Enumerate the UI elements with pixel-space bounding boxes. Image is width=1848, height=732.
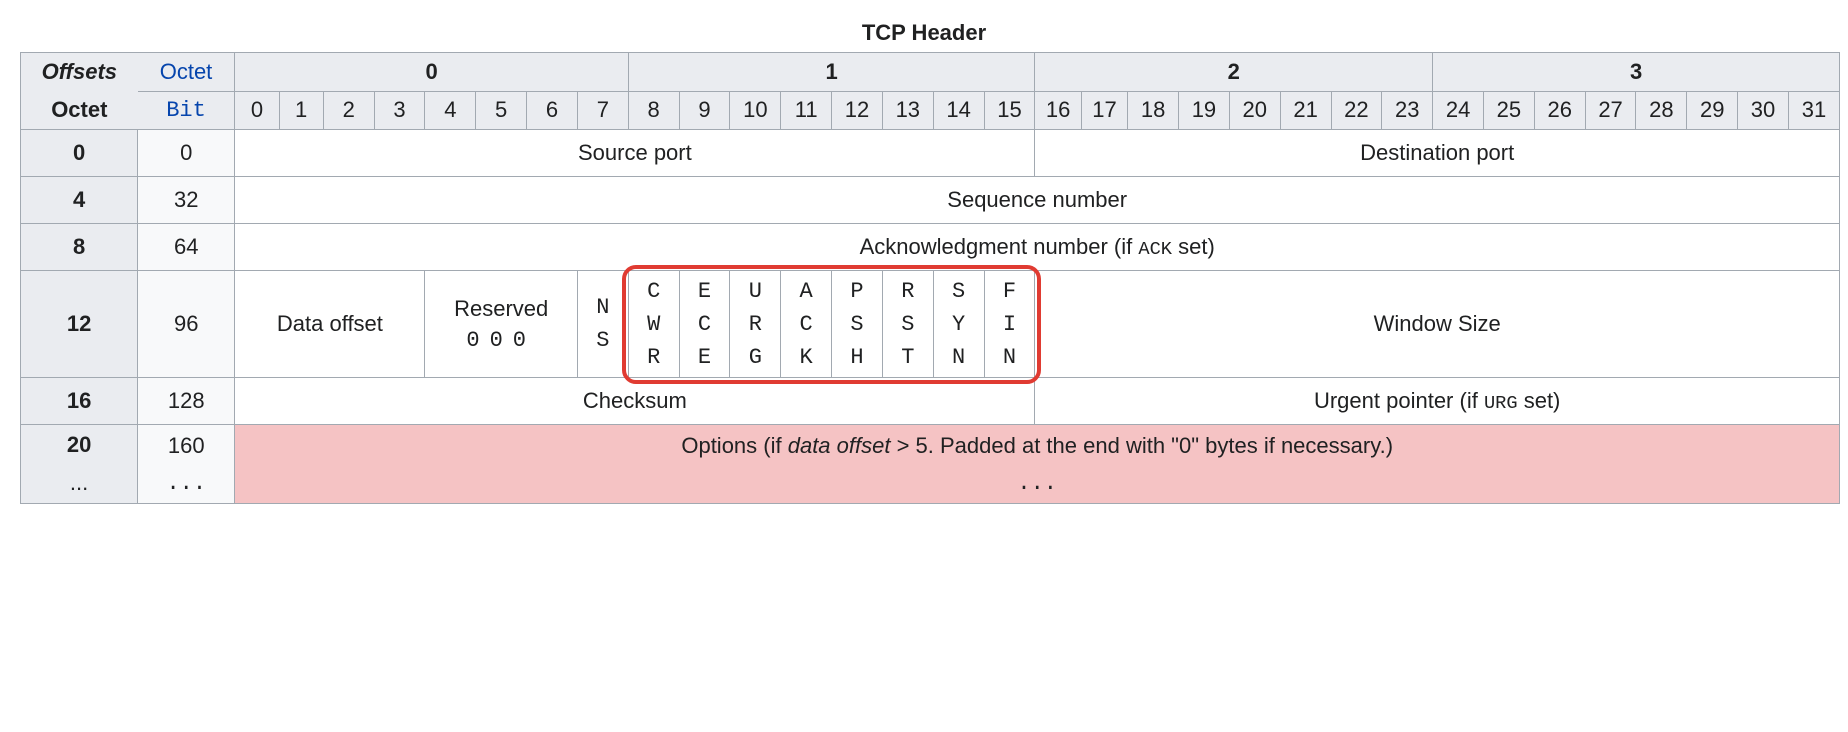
bit-23: 23 bbox=[1382, 91, 1433, 130]
bit-13: 13 bbox=[882, 91, 933, 130]
row-0-octet: 0 bbox=[21, 130, 138, 177]
row-8-bit: 64 bbox=[138, 224, 235, 271]
offsets-label: Offsets bbox=[21, 53, 138, 92]
bit-27: 27 bbox=[1585, 91, 1636, 130]
row-20-octet-dots: ... bbox=[22, 464, 136, 502]
bit-14: 14 bbox=[933, 91, 984, 130]
bit-24: 24 bbox=[1433, 91, 1484, 130]
bit-8: 8 bbox=[628, 91, 679, 130]
flag-ack: A C K bbox=[781, 271, 832, 378]
field-data-offset: Data offset bbox=[235, 271, 425, 378]
urg-mono: URG bbox=[1484, 392, 1518, 414]
flag-syn: S Y N bbox=[933, 271, 984, 378]
options-dots: ... bbox=[236, 465, 1838, 502]
field-sequence-number: Sequence number bbox=[235, 177, 1840, 224]
field-urgent-pointer: Urgent pointer (if URG set) bbox=[1035, 378, 1840, 425]
octet-row-label: Octet bbox=[21, 91, 138, 130]
bit-5: 5 bbox=[476, 91, 527, 130]
row-16: 16 128 Checksum Urgent pointer (if URG s… bbox=[21, 378, 1840, 425]
bit-26: 26 bbox=[1534, 91, 1585, 130]
row-20-bit-dots: ... bbox=[139, 465, 233, 502]
bit-22: 22 bbox=[1331, 91, 1382, 130]
row-4: 4 32 Sequence number bbox=[21, 177, 1840, 224]
bit-0: 0 bbox=[235, 91, 279, 130]
flag-ns: N S bbox=[577, 271, 628, 378]
bit-30: 30 bbox=[1738, 91, 1789, 130]
field-options: Options (if data offset > 5. Padded at t… bbox=[235, 425, 1840, 504]
row-20-bit: 160 ... bbox=[138, 425, 235, 504]
octet-group-1: 1 bbox=[628, 53, 1035, 92]
bit-9: 9 bbox=[679, 91, 730, 130]
flag-rst: R S T bbox=[882, 271, 933, 378]
bit-7: 7 bbox=[577, 91, 628, 130]
flag-psh: P S H bbox=[832, 271, 883, 378]
octet-link-cell[interactable]: Octet bbox=[138, 53, 235, 92]
diagram-title: TCP Header bbox=[20, 20, 1828, 46]
flag-urg: U R G bbox=[730, 271, 781, 378]
bit-15: 15 bbox=[984, 91, 1035, 130]
row-0-bit: 0 bbox=[138, 130, 235, 177]
row-0: 0 0 Source port Destination port bbox=[21, 130, 1840, 177]
bit-28: 28 bbox=[1636, 91, 1687, 130]
bit-10: 10 bbox=[730, 91, 781, 130]
octet-group-2: 2 bbox=[1035, 53, 1433, 92]
bit-4: 4 bbox=[425, 91, 476, 130]
table-wrapper: Offsets Octet 0 1 2 3 Octet Bit 0 1 2 3 … bbox=[20, 52, 1840, 504]
row-4-octet: 4 bbox=[21, 177, 138, 224]
row-4-bit: 32 bbox=[138, 177, 235, 224]
bit-17: 17 bbox=[1081, 91, 1127, 130]
options-b: data offset bbox=[788, 433, 891, 458]
bit-1: 1 bbox=[279, 91, 323, 130]
reserved-label: Reserved bbox=[426, 296, 575, 322]
field-checksum: Checksum bbox=[235, 378, 1035, 425]
bit-19: 19 bbox=[1179, 91, 1230, 130]
bit-20: 20 bbox=[1229, 91, 1280, 130]
row-16-bit: 128 bbox=[138, 378, 235, 425]
tcp-header-table: Offsets Octet 0 1 2 3 Octet Bit 0 1 2 3 … bbox=[20, 52, 1840, 504]
row-20-octet-val: 20 bbox=[22, 426, 136, 464]
flag-cwr: C W R bbox=[628, 271, 679, 378]
bit-16: 16 bbox=[1035, 91, 1081, 130]
row-12-octet: 12 bbox=[21, 271, 138, 378]
bit-link-cell[interactable]: Bit bbox=[138, 91, 235, 130]
ack-text-prefix: Acknowledgment number (if bbox=[860, 234, 1139, 259]
field-destination-port: Destination port bbox=[1035, 130, 1840, 177]
bit-21: 21 bbox=[1280, 91, 1331, 130]
options-c: > 5. Padded at the end with "0" bytes if… bbox=[890, 433, 1393, 458]
row-12-bit: 96 bbox=[138, 271, 235, 378]
options-a: Options (if bbox=[681, 433, 787, 458]
bit-12: 12 bbox=[832, 91, 883, 130]
urg-prefix: Urgent pointer (if bbox=[1314, 388, 1484, 413]
bit-25: 25 bbox=[1483, 91, 1534, 130]
ack-mono: ACK bbox=[1138, 238, 1172, 260]
field-window-size: Window Size bbox=[1035, 271, 1840, 378]
bit-3: 3 bbox=[374, 91, 425, 130]
flag-ece: E C E bbox=[679, 271, 730, 378]
urg-suffix: set) bbox=[1518, 388, 1561, 413]
bit-6: 6 bbox=[527, 91, 578, 130]
flag-fin: F I N bbox=[984, 271, 1035, 378]
octet-group-3: 3 bbox=[1433, 53, 1840, 92]
row-12: 12 96 Data offset Reserved 000 N S C W R… bbox=[21, 271, 1840, 378]
field-ack-number: Acknowledgment number (if ACK set) bbox=[235, 224, 1840, 271]
octet-group-0: 0 bbox=[235, 53, 628, 92]
bit-18: 18 bbox=[1128, 91, 1179, 130]
ack-text-suffix: set) bbox=[1172, 234, 1215, 259]
row-8: 8 64 Acknowledgment number (if ACK set) bbox=[21, 224, 1840, 271]
field-reserved: Reserved 000 bbox=[425, 271, 577, 378]
row-8-octet: 8 bbox=[21, 224, 138, 271]
reserved-bits: 000 bbox=[426, 328, 575, 353]
row-16-octet: 16 bbox=[21, 378, 138, 425]
field-source-port: Source port bbox=[235, 130, 1035, 177]
bit-29: 29 bbox=[1687, 91, 1738, 130]
bit-31: 31 bbox=[1788, 91, 1839, 130]
header-row-octet-groups: Offsets Octet 0 1 2 3 bbox=[21, 53, 1840, 92]
bit-2: 2 bbox=[323, 91, 374, 130]
row-20-octet: 20 ... bbox=[21, 425, 138, 504]
row-20-bit-val: 160 bbox=[139, 427, 233, 465]
bit-11: 11 bbox=[781, 91, 832, 130]
offsets-text: Offsets bbox=[42, 59, 117, 84]
header-row-bits: Octet Bit 0 1 2 3 4 5 6 7 8 9 10 11 12 1… bbox=[21, 91, 1840, 130]
